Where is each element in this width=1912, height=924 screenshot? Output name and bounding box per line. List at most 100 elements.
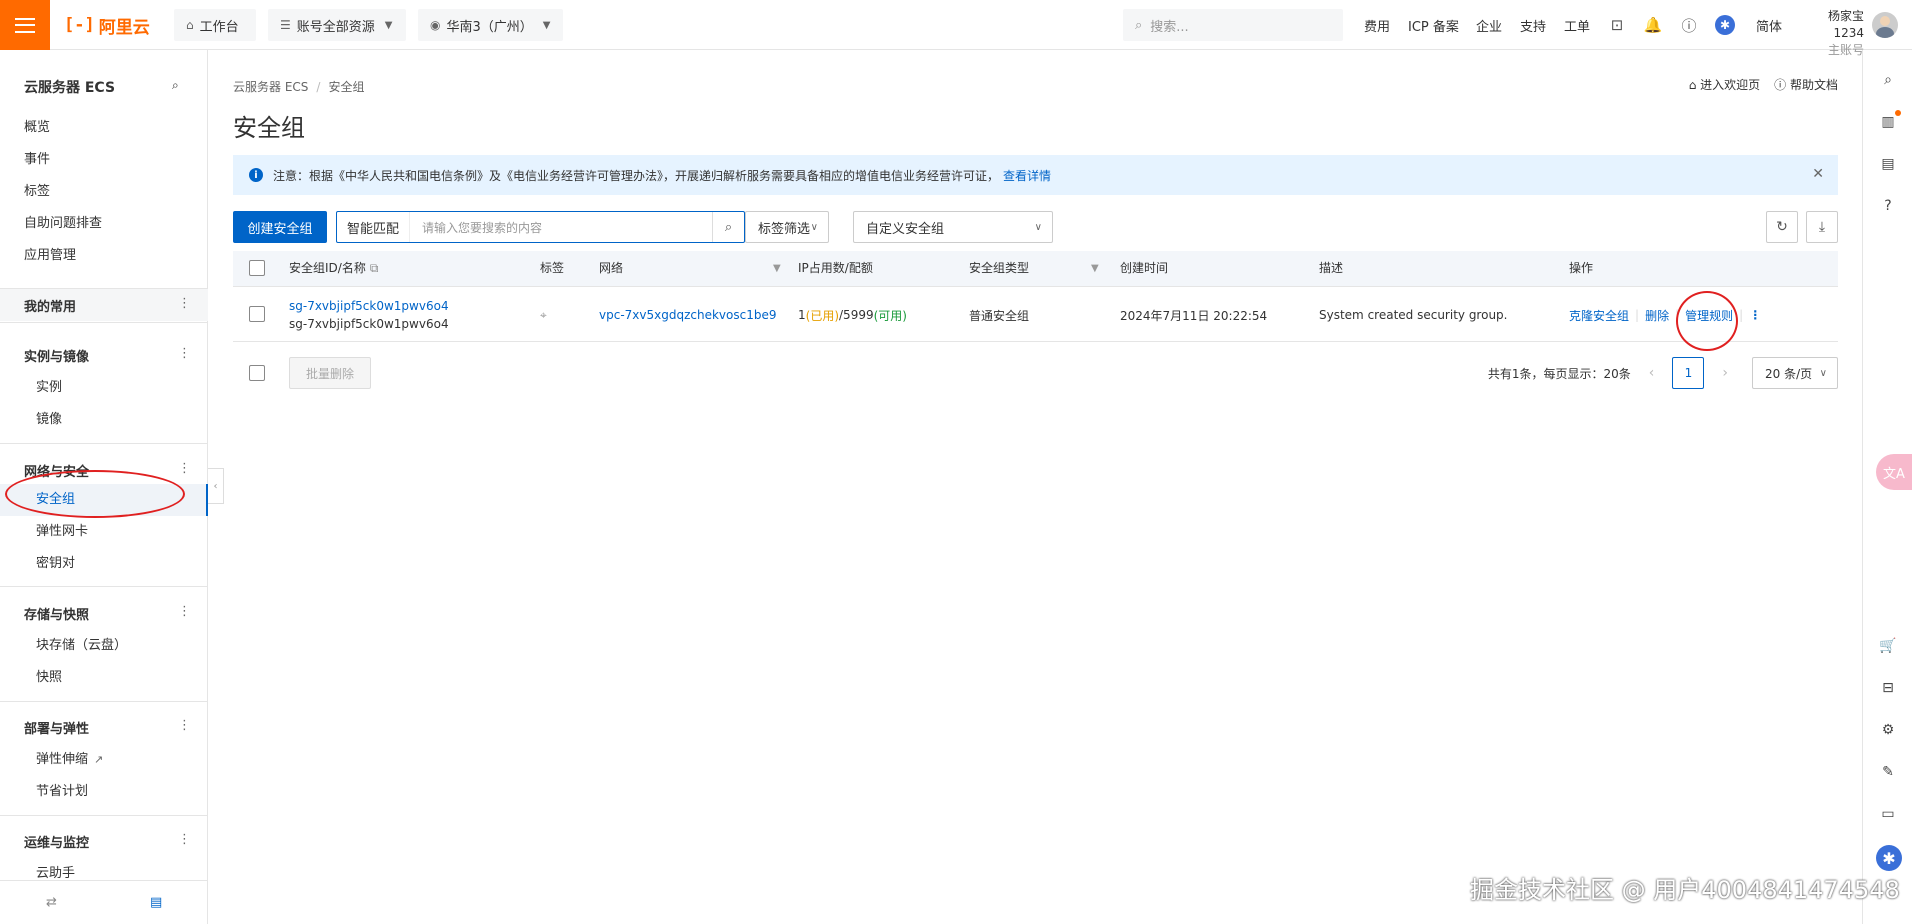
sidebar-item-eni[interactable]: 弹性网卡 [36,522,88,542]
help-doc-link[interactable]: ⓘ 帮助文档 [1774,76,1838,93]
workbench-button[interactable]: ⌂ 工作台 [174,9,256,41]
tag-filter-dropdown[interactable]: 标签筛选 ∨ [745,211,829,243]
service-icon[interactable]: ⊟ [1877,677,1899,699]
next-page-icon[interactable]: › [1722,365,1728,381]
ai-assistant-icon[interactable]: ✱ [1715,15,1735,35]
sidebar-item-tags[interactable]: 标签 [24,182,50,202]
more-icon[interactable]: ⋮ [1749,308,1761,322]
delete-link[interactable]: 删除 [1645,307,1669,324]
security-group-id-link[interactable]: sg-7xvbjipf5ck0w1pwv6o4 [289,297,449,315]
vpc-link[interactable]: vpc-7xv5xgdqzchekvosc1be9 [599,287,776,343]
sidebar-group-deploy-elastic[interactable]: 部署与弹性 [24,718,89,737]
refresh-button[interactable]: ↻ [1766,211,1798,243]
sidebar-item-block-storage[interactable]: 块存储（云盘） [36,636,127,656]
welcome-link[interactable]: ⌂ 进入欢迎页 [1689,76,1760,93]
sidebar-item-troubleshoot[interactable]: 自助问题排查 [24,214,102,234]
sidebar-item-images[interactable]: 镜像 [36,410,62,430]
prev-page-icon[interactable]: ‹ [1649,365,1655,381]
translate-float-icon[interactable]: 文A [1876,454,1912,490]
sidebar-group-ops-monitoring[interactable]: 运维与监控 [24,832,89,851]
table-footer: 批量删除 共有1条，每页显示：20条 ‹ 1 › 20 条/页 ∨ [233,357,1838,389]
sidebar-favorites[interactable]: 我的常用 [24,296,76,315]
nav-icp[interactable]: ICP 备案 [1408,0,1459,50]
select-all-checkbox[interactable] [249,260,265,276]
page-number-button[interactable]: 1 [1672,357,1705,389]
cart-icon[interactable]: 🛒 [1877,635,1899,657]
nav-ticket[interactable]: 工单 [1564,0,1590,50]
sidebar-item-savings-plan[interactable]: 节省计划 [36,782,88,802]
copy-icon[interactable]: ⧉ [370,261,379,275]
more-icon[interactable]: ⋮ [178,718,191,733]
clone-security-group-link[interactable]: 克隆安全组 [1569,307,1629,324]
sidebar-item-app-management[interactable]: 应用管理 [24,246,76,266]
nav-enterprise[interactable]: 企业 [1476,0,1502,50]
logo[interactable]: [-] 阿里云 [64,13,150,38]
feedback-icon[interactable]: ▤ [150,895,162,910]
search-placeholder: 搜索... [1150,19,1189,35]
nav-billing[interactable]: 费用 [1364,0,1390,50]
more-icon[interactable]: ⋮ [178,461,191,476]
filter-icon[interactable]: ▼ [773,263,781,274]
watermark: 掘金技术社区 @ 用户4004841474548 [1470,876,1900,904]
info-icon: i [249,168,263,182]
table-header: 安全组ID/名称 ⧉ 标签 网络 ▼ IP占用数/配额 安全组类型 ▼ 创建时间 … [233,251,1838,286]
global-search-input[interactable]: ⌕ 搜索... [1123,9,1343,41]
sidebar-group-storage[interactable]: 存储与快照 [24,604,89,623]
close-icon[interactable]: ✕ [1812,166,1824,182]
location-icon: ◉ [430,18,441,32]
custom-sg-dropdown[interactable]: 自定义安全组 ∨ [853,211,1053,243]
sidebar-group-instances-images[interactable]: 实例与镜像 [24,346,89,365]
custom-sg-label: 自定义安全组 [866,221,945,237]
cell-created: 2024年7月11日 20:22:54 [1120,308,1268,323]
sidebar-item-auto-scaling[interactable]: 弹性伸缩 ↗ [36,750,103,770]
row-checkbox[interactable] [249,306,265,322]
language-switch[interactable]: 简体 [1756,0,1782,50]
book-icon[interactable]: ▥ [1877,110,1901,133]
search-input[interactable]: 智能匹配 请输入您要搜索的内容 ⌕ [336,211,745,243]
sidebar-search-icon[interactable]: ⌕ [172,78,179,93]
footer-select-all-checkbox[interactable] [249,365,265,381]
ip-available-label: (可用) [873,308,907,323]
sidebar-item-overview[interactable]: 概览 [24,118,50,138]
terminal-icon[interactable]: ⊡ [1607,15,1627,35]
chevron-down-icon: ∨ [1034,221,1042,233]
bell-icon[interactable]: 🔔 [1643,15,1663,35]
page-size-select[interactable]: 20 条/页 ∨ [1752,357,1838,389]
help-icon[interactable]: ? [1877,195,1899,217]
more-icon[interactable]: ⋮ [178,346,191,361]
notice-details-link[interactable]: 查看详情 [1003,167,1051,184]
help-icon[interactable]: ⓘ [1679,15,1699,35]
edit-icon[interactable]: ✎ [1877,761,1899,783]
sidebar-item-snapshots[interactable]: 快照 [36,668,62,688]
ip-used-count: 1 [798,308,806,322]
menu-button[interactable] [0,0,50,50]
sidebar-item-events[interactable]: 事件 [24,150,50,170]
more-icon[interactable]: ⋮ [178,296,191,311]
tag-icon[interactable]: ⌖ [540,287,547,343]
sidebar-item-instances[interactable]: 实例 [36,378,62,398]
create-security-group-button[interactable]: 创建安全组 [233,211,327,243]
more-icon[interactable]: ⋮ [178,832,191,847]
region-dropdown[interactable]: ◉ 华南3（广州） ▼ [418,9,563,41]
sidebar-item-key-pairs[interactable]: 密钥对 [36,554,75,574]
more-icon[interactable]: ⋮ [178,604,191,619]
ai-assistant-float-icon[interactable]: ✱ [1876,845,1902,871]
home-icon: ⌂ [1688,78,1701,92]
search-mode-select[interactable]: 智能匹配 [337,212,411,242]
account-resources-dropdown[interactable]: ☰ 账号全部资源 ▼ [268,9,406,41]
ip-quota: /5999 [839,308,874,322]
search-icon[interactable]: ⌕ [712,212,744,242]
filter-icon[interactable]: ▼ [1091,263,1099,274]
breadcrumb-ecs[interactable]: 云服务器 ECS [233,80,308,94]
download-button[interactable]: ⤓ [1806,211,1838,243]
chat-icon[interactable]: ▭ [1877,803,1899,825]
search-icon[interactable]: ⌕ [1877,69,1899,91]
nav-support[interactable]: 支持 [1520,0,1546,50]
user-name: 杨家宝1234 [1827,9,1864,40]
gear-icon[interactable]: ⚙ [1877,719,1899,741]
swap-icon[interactable]: ⇄ [46,895,57,910]
document-icon[interactable]: ▤ [1877,153,1899,175]
sidebar-collapse-handle[interactable]: ‹ [208,468,224,504]
avatar[interactable] [1872,12,1898,38]
batch-delete-button[interactable]: 批量删除 [289,357,371,389]
